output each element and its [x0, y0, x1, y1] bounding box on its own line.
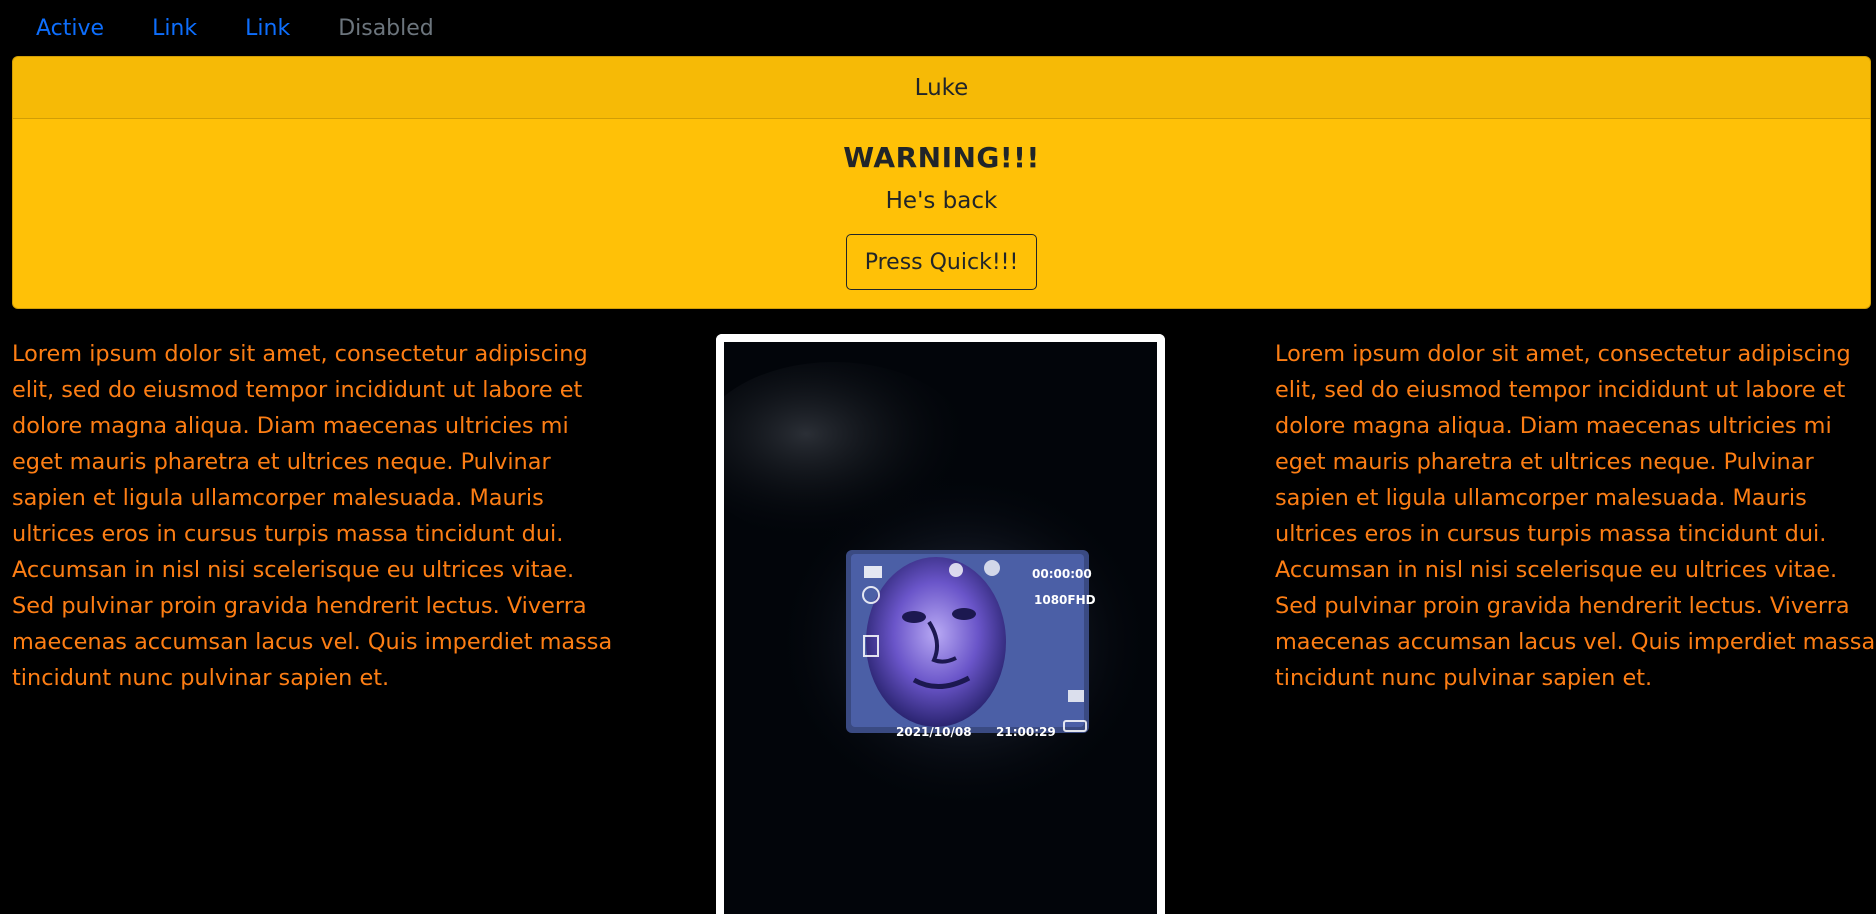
photo-time-text: 00:00:00 [1032, 567, 1092, 581]
card-header: Luke [13, 57, 1870, 119]
card-text: He's back [885, 188, 998, 214]
photo-image: 00:00:00 1080FHD 2021/10/08 21:00:29 [716, 334, 1165, 914]
nav-link-disabled: Disabled [338, 15, 434, 41]
card-title: WARNING!!! [843, 141, 1040, 174]
nav-link-2[interactable]: Link [221, 16, 314, 41]
photo-resolution-text: 1080FHD [1034, 593, 1096, 607]
photo-svg: 00:00:00 1080FHD 2021/10/08 21:00:29 [724, 342, 1157, 914]
photo-date-text: 2021/10/08 [896, 725, 972, 739]
nav-link-active[interactable]: Active [12, 16, 128, 41]
left-column-text: Lorem ipsum dolor sit amet, consectetur … [12, 341, 613, 691]
nav-link-1[interactable]: Link [128, 16, 221, 41]
warning-card: Luke WARNING!!! He's back Press Quick!!! [12, 56, 1871, 309]
press-quick-button[interactable]: Press Quick!!! [845, 234, 1038, 290]
right-column-text: Lorem ipsum dolor sit amet, consectetur … [1275, 341, 1876, 691]
photo-clock-text: 21:00:29 [996, 725, 1056, 739]
top-nav: Active Link Link Disabled [0, 0, 1876, 56]
